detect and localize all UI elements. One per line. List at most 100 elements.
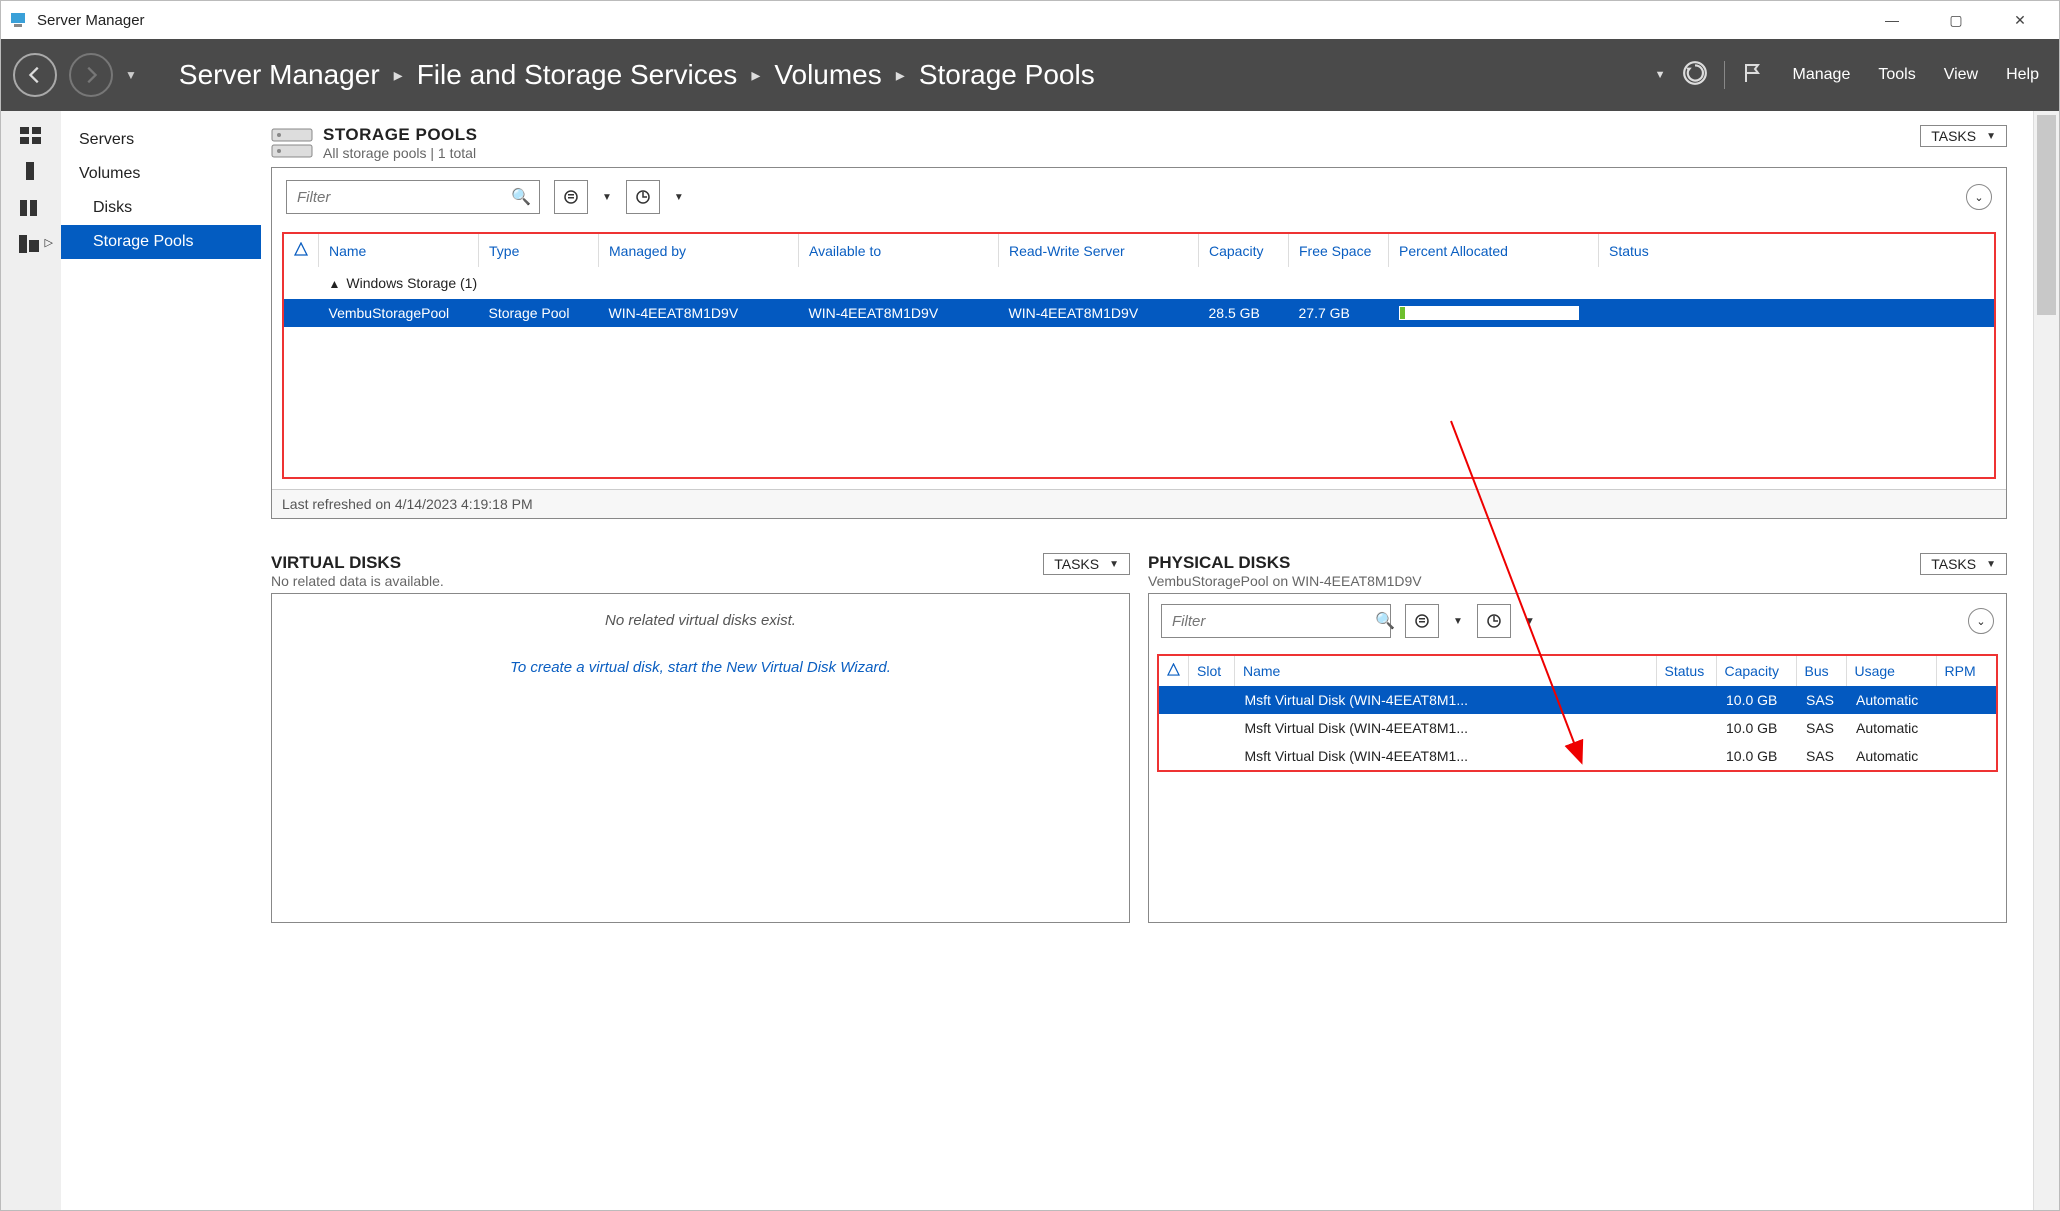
tasks-label: TASKS bbox=[1931, 556, 1976, 572]
column-header[interactable]: Status bbox=[1656, 656, 1716, 686]
cell-name: VembuStoragePool bbox=[319, 299, 479, 327]
dashboard-icon[interactable] bbox=[19, 126, 43, 146]
content-area: ▷ Servers Volumes Disks Storage Pools ST… bbox=[1, 111, 2059, 1210]
virtual-disks-section: VIRTUAL DISKS No related data is availab… bbox=[271, 553, 1130, 923]
caret-down-icon: ▼ bbox=[1986, 559, 1996, 570]
tasks-label: TASKS bbox=[1931, 128, 1976, 144]
column-header[interactable]: Capacity bbox=[1716, 656, 1796, 686]
column-header[interactable]: Percent Allocated bbox=[1389, 234, 1599, 267]
column-header[interactable]: Status bbox=[1599, 234, 1995, 267]
close-button[interactable]: ✕ bbox=[1989, 5, 2051, 35]
column-header[interactable]: Managed by bbox=[599, 234, 799, 267]
status-icon-column[interactable] bbox=[1159, 656, 1189, 686]
flag-icon[interactable] bbox=[1741, 61, 1765, 90]
physical-disk-row[interactable]: Msft Virtual Disk (WIN-4EEAT8M1...10.0 G… bbox=[1159, 742, 1996, 770]
caret-down-icon[interactable]: ▼ bbox=[674, 192, 684, 203]
search-icon[interactable]: 🔍 bbox=[511, 187, 531, 207]
caret-down-icon[interactable]: ▼ bbox=[1453, 616, 1463, 627]
virtual-disks-wizard-link[interactable]: To create a virtual disk, start the New … bbox=[510, 659, 891, 676]
status-icon-column[interactable] bbox=[284, 234, 319, 267]
topbar-left: ▼ Server Manager ▸ File and Storage Serv… bbox=[13, 53, 1095, 97]
scrollbar-thumb[interactable] bbox=[2037, 115, 2056, 315]
breadcrumb-item[interactable]: File and Storage Services bbox=[417, 59, 738, 91]
titlebar: Server Manager — ▢ ✕ bbox=[1, 1, 2059, 39]
app-window: Server Manager — ▢ ✕ ▼ Server Manager ▸ … bbox=[0, 0, 2060, 1211]
column-header[interactable]: Read-Write Server bbox=[999, 234, 1199, 267]
column-header[interactable]: Capacity bbox=[1199, 234, 1289, 267]
breadcrumb-item[interactable]: Server Manager bbox=[179, 59, 380, 91]
column-header[interactable]: Usage bbox=[1846, 656, 1936, 686]
app-icon bbox=[9, 10, 29, 30]
maximize-button[interactable]: ▢ bbox=[1925, 5, 1987, 35]
virtual-disks-panel: No related virtual disks exist. To creat… bbox=[271, 593, 1130, 923]
physical-disks-header: PHYSICAL DISKS VembuStoragePool on WIN-4… bbox=[1148, 553, 2007, 589]
allocation-bar bbox=[1399, 306, 1579, 320]
cell-capacity: 28.5 GB bbox=[1199, 299, 1289, 327]
physical-disks-tasks-button[interactable]: TASKS ▼ bbox=[1920, 553, 2007, 575]
views-button[interactable] bbox=[626, 180, 660, 214]
cell-bus: SAS bbox=[1796, 742, 1846, 770]
vertical-scrollbar[interactable] bbox=[2033, 111, 2059, 1210]
views-button[interactable] bbox=[1477, 604, 1511, 638]
column-header[interactable]: Available to bbox=[799, 234, 999, 267]
last-refreshed-note: Last refreshed on 4/14/2023 4:19:18 PM bbox=[272, 489, 2006, 518]
menu-caret-icon[interactable]: ▼ bbox=[1655, 69, 1666, 81]
column-header[interactable]: RPM bbox=[1936, 656, 1996, 686]
search-icon[interactable]: 🔍 bbox=[1375, 611, 1395, 631]
menu-tools[interactable]: Tools bbox=[1878, 66, 1915, 84]
sidebar-item-servers[interactable]: Servers bbox=[61, 123, 261, 157]
caret-down-icon[interactable]: ▼ bbox=[1525, 616, 1535, 627]
main-inner: STORAGE POOLS All storage pools | 1 tota… bbox=[271, 121, 2007, 923]
group-row[interactable]: ▲Windows Storage (1) bbox=[284, 267, 1994, 299]
caret-down-icon[interactable]: ▼ bbox=[602, 192, 612, 203]
bottom-row: VIRTUAL DISKS No related data is availab… bbox=[271, 553, 2007, 923]
expand-toggle-button[interactable]: ⌄ bbox=[1966, 184, 1992, 210]
cell-bus: SAS bbox=[1796, 686, 1846, 714]
sidebar-item-disks[interactable]: Disks bbox=[61, 191, 261, 225]
physical-disks-section: PHYSICAL DISKS VembuStoragePool on WIN-4… bbox=[1148, 553, 2007, 923]
physical-disk-row[interactable]: Msft Virtual Disk (WIN-4EEAT8M1...10.0 G… bbox=[1159, 714, 1996, 742]
storage-pool-row[interactable]: VembuStoragePool Storage Pool WIN-4EEAT8… bbox=[284, 299, 1994, 327]
cell-free-space: 27.7 GB bbox=[1289, 299, 1389, 327]
virtual-disks-tasks-button[interactable]: TASKS ▼ bbox=[1043, 553, 1130, 575]
filter-input[interactable] bbox=[1170, 612, 1375, 631]
storage-pools-toolbar: 🔍 ▼ ▼ ⌄ bbox=[272, 168, 2006, 226]
grouping-button[interactable] bbox=[554, 180, 588, 214]
column-header[interactable]: Type bbox=[479, 234, 599, 267]
sidebar-item-volumes[interactable]: Volumes bbox=[61, 157, 261, 191]
physical-disks-panel: 🔍 ▼ ▼ ⌄ bbox=[1148, 593, 2007, 923]
cell-capacity: 10.0 GB bbox=[1716, 714, 1796, 742]
column-header[interactable]: Free Space bbox=[1289, 234, 1389, 267]
nav-forward-button[interactable] bbox=[69, 53, 113, 97]
physical-disks-toolbar: 🔍 ▼ ▼ ⌄ bbox=[1149, 594, 2006, 648]
menu-help[interactable]: Help bbox=[2006, 66, 2039, 84]
column-header[interactable]: Bus bbox=[1796, 656, 1846, 686]
file-storage-icon[interactable]: ▷ bbox=[11, 234, 51, 254]
all-servers-icon[interactable] bbox=[19, 198, 43, 218]
physical-disk-row[interactable]: Msft Virtual Disk (WIN-4EEAT8M1...10.0 G… bbox=[1159, 686, 1996, 714]
cell-capacity: 10.0 GB bbox=[1716, 686, 1796, 714]
local-server-icon[interactable] bbox=[19, 162, 43, 182]
column-header[interactable]: Name bbox=[1235, 656, 1657, 686]
cell-usage: Automatic bbox=[1846, 742, 1936, 770]
breadcrumb-item[interactable]: Storage Pools bbox=[919, 59, 1095, 91]
filter-input[interactable] bbox=[295, 188, 511, 207]
minimize-button[interactable]: — bbox=[1861, 5, 1923, 35]
caret-down-icon: ▼ bbox=[1986, 131, 1996, 142]
cell-percent-allocated bbox=[1389, 299, 1599, 327]
menu-manage[interactable]: Manage bbox=[1793, 66, 1851, 84]
refresh-icon[interactable] bbox=[1682, 60, 1708, 91]
expand-toggle-button[interactable]: ⌄ bbox=[1968, 608, 1994, 634]
titlebar-left: Server Manager bbox=[9, 10, 145, 30]
nav-back-button[interactable] bbox=[13, 53, 57, 97]
sidebar-item-storage-pools[interactable]: Storage Pools bbox=[61, 225, 261, 259]
cell-usage: Automatic bbox=[1846, 714, 1936, 742]
virtual-disks-header: VIRTUAL DISKS No related data is availab… bbox=[271, 553, 1130, 589]
column-header[interactable]: Name bbox=[319, 234, 479, 267]
nav-dropdown-caret[interactable]: ▼ bbox=[125, 68, 137, 82]
column-header[interactable]: Slot bbox=[1189, 656, 1235, 686]
breadcrumb-item[interactable]: Volumes bbox=[774, 59, 881, 91]
storage-pools-tasks-button[interactable]: TASKS ▼ bbox=[1920, 125, 2007, 147]
grouping-button[interactable] bbox=[1405, 604, 1439, 638]
menu-view[interactable]: View bbox=[1944, 66, 1978, 84]
